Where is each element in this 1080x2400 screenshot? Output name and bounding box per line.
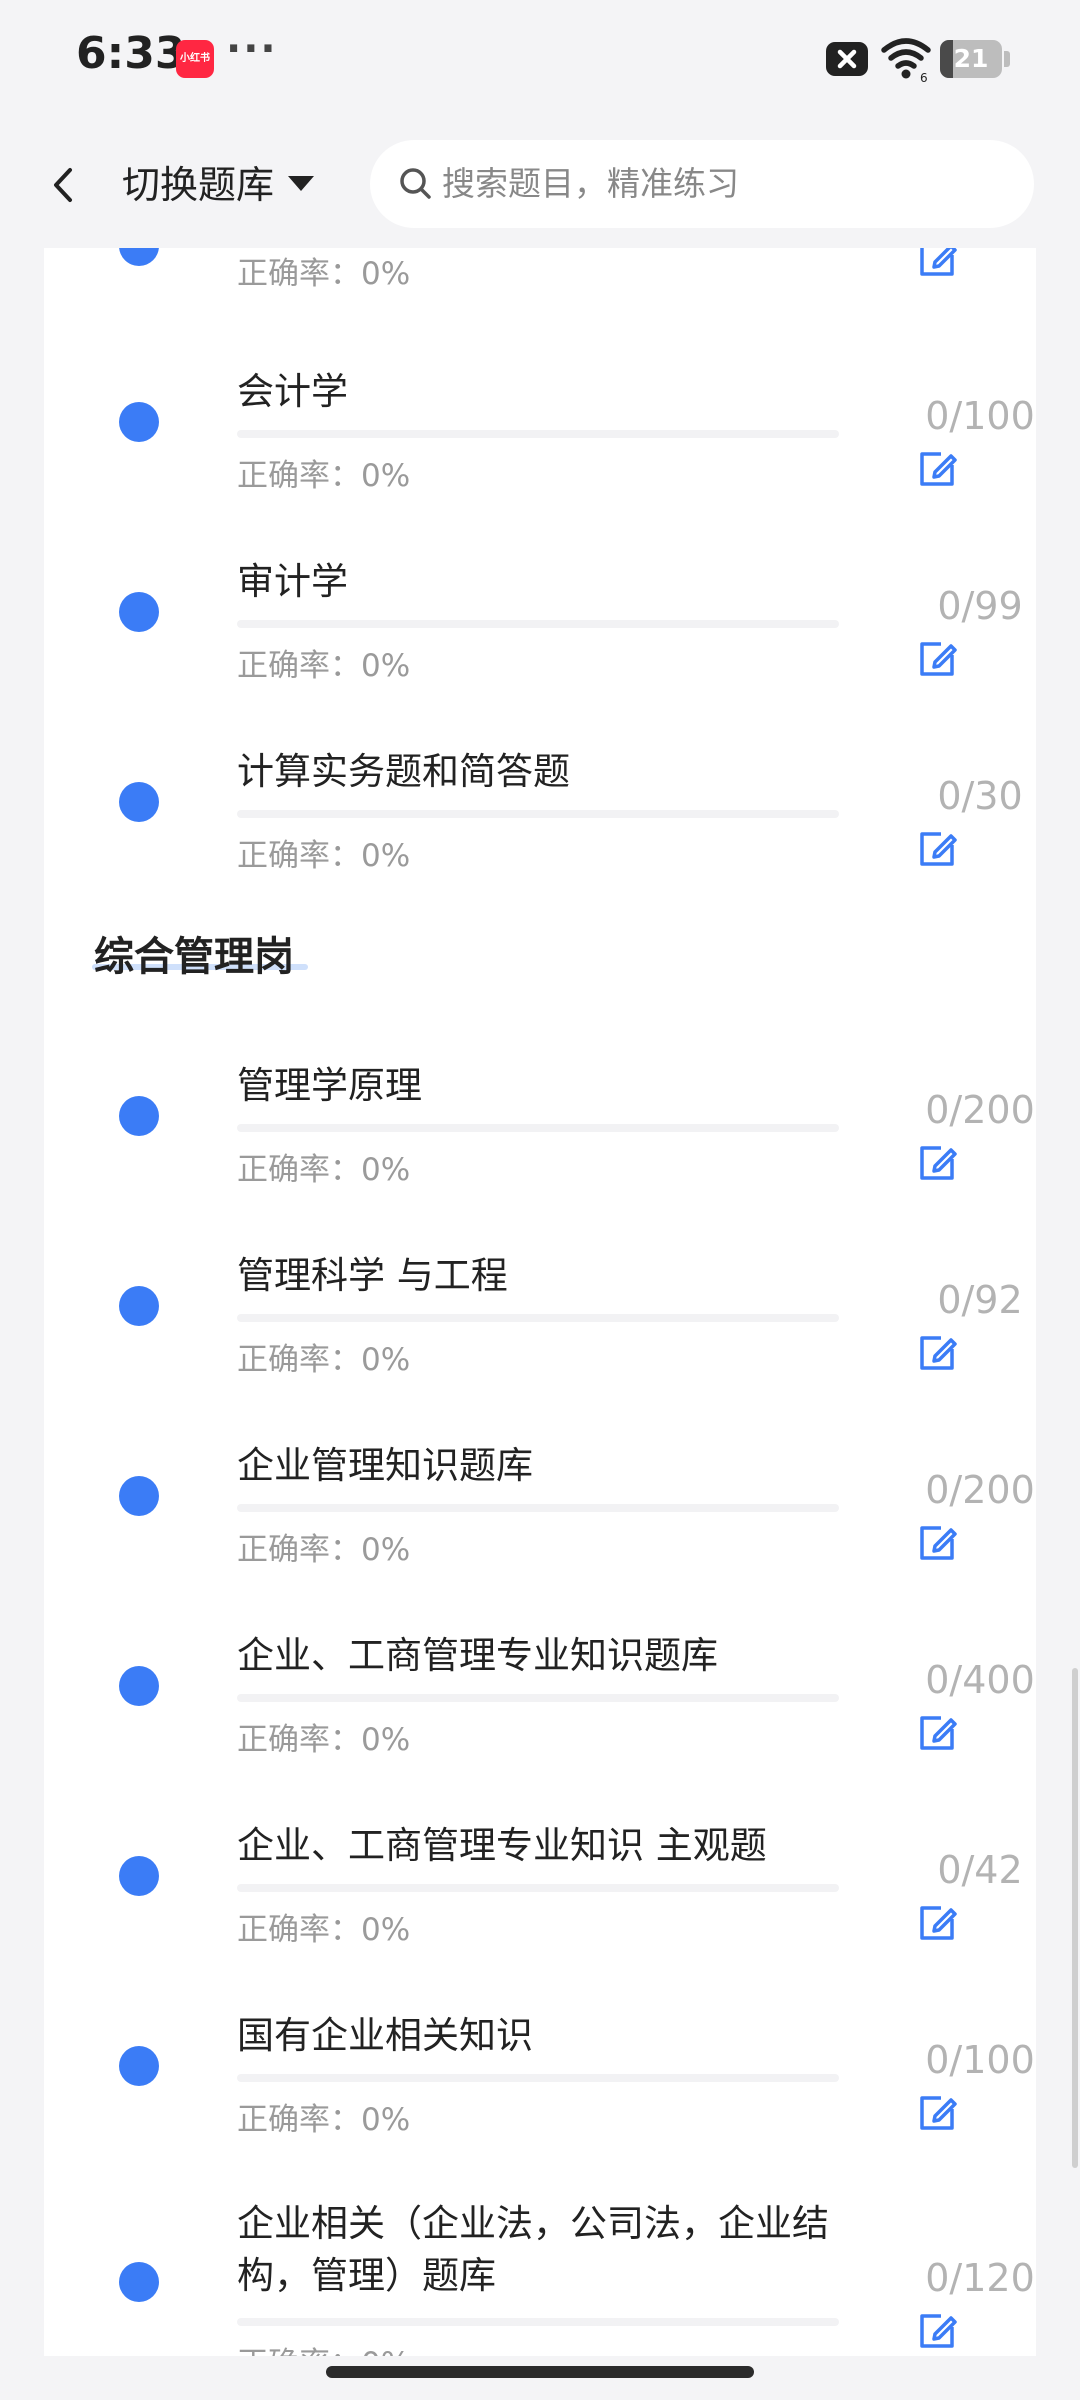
bank-title: 企业管理知识题库 (237, 1444, 533, 1487)
accuracy-label: 正确率：0% (237, 1342, 411, 1378)
top-nav-bar: 切换题库 搜索题目，精准练习 (0, 120, 1080, 248)
bank-title: 管理学原理 (237, 1064, 422, 1107)
bottom-safe-area (0, 2356, 1080, 2400)
battery-tip (1004, 51, 1010, 67)
wifi-icon: 6 (880, 36, 932, 85)
caret-down-icon[interactable] (288, 176, 314, 191)
progress-bar (237, 1124, 839, 1132)
back-arrow-icon (54, 168, 72, 202)
bank-title: 审计学 (237, 560, 348, 603)
scrollbar-thumb[interactable] (1072, 1668, 1078, 2168)
progress-bar (237, 810, 839, 818)
progress-bar (237, 430, 839, 438)
bank-title: 企业、工商管理专业知识题库 (237, 1634, 718, 1677)
status-dot (119, 1096, 159, 1136)
progress-bar (237, 2318, 839, 2326)
progress-count: 0/400 (925, 1658, 1035, 1702)
question-bank-list: 正确率：0% 会计学 正确率：0% 0/100 审计学 正确率：0% 0/99 … (44, 248, 1036, 2356)
progress-count: 0/200 (925, 1468, 1035, 1512)
accuracy-label: 正确率：0% (237, 1912, 411, 1948)
status-dot (119, 1286, 159, 1326)
accuracy-label: 正确率：0% (237, 648, 411, 684)
progress-count: 0/120 (925, 2256, 1035, 2300)
accuracy-label: 正确率：0% (237, 2344, 410, 2356)
edit-icon[interactable] (914, 1710, 960, 1756)
accuracy-label: 正确率：0% (237, 1532, 411, 1568)
search-input[interactable]: 搜索题目，精准练习 (442, 140, 739, 228)
progress-count: 0/100 (925, 2038, 1035, 2082)
section-title: 综合管理岗 (94, 934, 294, 980)
progress-bar (237, 620, 839, 628)
battery-percent: 21 (953, 44, 989, 73)
edit-icon[interactable] (914, 446, 960, 492)
switch-question-bank-button[interactable]: 切换题库 (122, 158, 274, 212)
status-dot (119, 1856, 159, 1896)
accuracy-label: 正确率：0% (237, 838, 411, 874)
edit-icon[interactable] (914, 1140, 960, 1186)
status-dot (119, 1666, 159, 1706)
edit-icon[interactable] (914, 1520, 960, 1566)
search-icon (400, 168, 431, 199)
accuracy-label: 正确率：0% (237, 2102, 411, 2138)
accuracy-label: 正确率：0% (237, 1722, 411, 1758)
progress-count: 0/92 (937, 1278, 1023, 1322)
status-dot (119, 592, 159, 632)
edit-icon[interactable] (914, 1330, 960, 1376)
progress-count: 0/100 (925, 394, 1035, 438)
more-notifications-icon: ··· (226, 26, 278, 72)
progress-bar (237, 1314, 839, 1322)
progress-count: 0/99 (937, 584, 1023, 628)
edit-icon[interactable] (914, 826, 960, 872)
bank-title: 企业相关（企业法，公司法，企业结构，管理）题库 (237, 2202, 829, 2297)
edit-icon[interactable] (914, 636, 960, 682)
bank-title: 会计学 (237, 370, 348, 413)
close-icon (826, 42, 868, 76)
battery-icon: 21 (940, 40, 1002, 78)
bank-title: 企业、工商管理专业知识 主观题 (237, 1824, 767, 1867)
status-dot (119, 2262, 159, 2302)
progress-count: 0/42 (937, 1848, 1023, 1892)
status-time: 6:33 (76, 28, 186, 79)
svg-text:6: 6 (920, 71, 928, 82)
edit-icon[interactable] (914, 2090, 960, 2136)
status-dot (119, 782, 159, 822)
xiaohongshu-app-icon: 小红书 (176, 40, 214, 78)
bank-title: 国有企业相关知识 (237, 2014, 533, 2057)
search-bar[interactable]: 搜索题目，精准练习 (370, 140, 1034, 228)
back-button[interactable] (40, 158, 88, 212)
bank-title: 计算实务题和简答题 (237, 750, 570, 793)
edit-icon[interactable] (914, 248, 960, 282)
status-dot (119, 248, 159, 266)
status-bar: 6:33 小红书 ··· 6 21 (0, 0, 1080, 120)
status-dot (119, 402, 159, 442)
accuracy-label: 正确率：0% (237, 1152, 411, 1188)
progress-count: 0/200 (925, 1088, 1035, 1132)
progress-count: 0/30 (937, 774, 1023, 818)
progress-bar (237, 1884, 839, 1892)
edit-icon[interactable] (914, 1900, 960, 1946)
bank-title: 管理科学 与工程 (237, 1254, 508, 1297)
progress-bar (237, 1694, 839, 1702)
home-indicator[interactable] (326, 2366, 754, 2378)
status-dot (119, 2046, 159, 2086)
progress-bar (237, 1504, 839, 1512)
accuracy-label: 正确率：0% (237, 256, 411, 292)
progress-bar (237, 2074, 839, 2082)
edit-icon[interactable] (914, 2308, 960, 2354)
status-dot (119, 1476, 159, 1516)
accuracy-label: 正确率：0% (237, 458, 411, 494)
